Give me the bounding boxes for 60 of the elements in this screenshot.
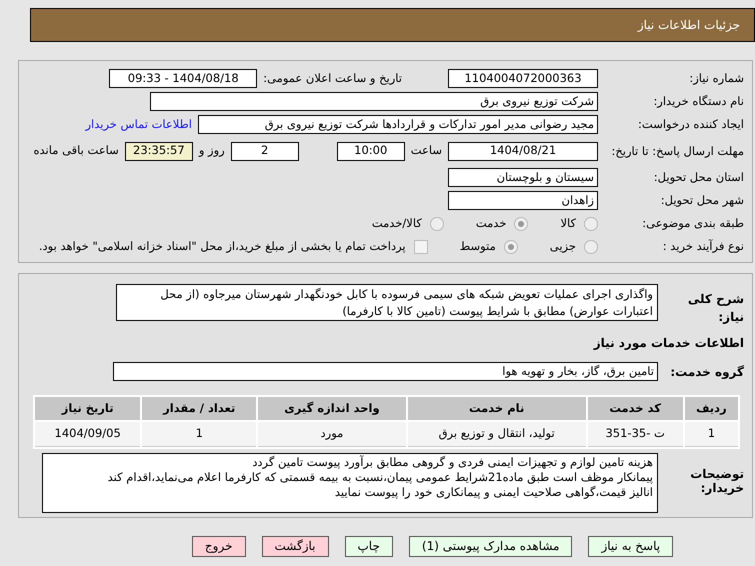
- field-label: روز و: [198, 142, 225, 160]
- field-label: استان محل تحویل:: [652, 168, 744, 186]
- column-header: کد خدمت: [588, 397, 683, 420]
- table-cell: 1: [142, 422, 256, 446]
- radio-button[interactable]: [514, 216, 528, 230]
- need-number-field[interactable]: 1104004072000363: [448, 69, 598, 88]
- province-field[interactable]: سیستان و بلوچستان: [448, 168, 598, 187]
- column-header: ردیف: [684, 397, 738, 420]
- action-button[interactable]: مشاهده مدارک پیوستی (1): [408, 536, 572, 556]
- option-label: کالا: [560, 214, 576, 232]
- page-title: جزئیات اطلاعات نیاز: [638, 17, 740, 34]
- column-header: نام خدمت: [408, 397, 586, 420]
- column-header: تعداد / مقدار: [142, 397, 256, 420]
- column-header: واحد اندازه گیری: [258, 397, 406, 420]
- deadline-time-field[interactable]: 10:00: [336, 142, 405, 160]
- announce-date-field[interactable]: 1404/08/18 - 09:33: [109, 69, 258, 88]
- field-label: مهلت ارسال پاسخ: تا تاریخ:: [610, 144, 744, 158]
- field-label: ساعت باقی مانده: [34, 142, 119, 160]
- service-group-field[interactable]: تامین برق، گاز، بخار و تهویه هوا: [113, 362, 658, 381]
- action-button[interactable]: بازگشت: [262, 536, 328, 556]
- option-label: خدمت: [476, 214, 506, 232]
- field-label: ایجاد کننده درخواست:: [637, 116, 744, 133]
- deadline-date-field[interactable]: 1404/08/21: [448, 142, 598, 160]
- remaining-time-field: 23:35:57: [124, 142, 193, 160]
- field-label: ساعت: [410, 142, 442, 160]
- radio-button[interactable]: [430, 216, 444, 230]
- table-cell: تولید، انتقال و توزیع برق: [408, 422, 586, 446]
- field-label: نوع فرآیند خرید :: [662, 238, 744, 255]
- field-label: طبقه بندی موضوعی:: [641, 214, 744, 232]
- table-cell: ت -35-351: [588, 422, 683, 446]
- contact-link[interactable]: اطلاعات تماس خریدار: [85, 116, 192, 134]
- field-label: نام دستگاه خریدار:: [652, 92, 744, 110]
- checkbox[interactable]: [414, 240, 428, 254]
- action-button[interactable]: چاپ: [344, 536, 393, 556]
- field-label: توضیحات خریدار:: [689, 466, 744, 494]
- option-label: جزیی: [550, 238, 576, 255]
- column-header: تاریخ نیاز: [35, 397, 140, 420]
- field-label: تاریخ و ساعت اعلان عمومی:: [263, 70, 402, 87]
- action-button[interactable]: خروج: [192, 536, 246, 556]
- radio-button[interactable]: [584, 216, 598, 230]
- option-label: کالا/خدمت: [372, 214, 422, 232]
- description-box[interactable]: واگذاری اجرای عملیات تعویض شبکه های سیمی فرسوده با کابل خودنگهدار شهرستان میرجاوه (از محل اعتبارات عوارض) مطابق با شرایط پیوست (تامین کالا با کارفرما): [116, 284, 658, 321]
- table-cell: مورد: [258, 422, 406, 446]
- field-label: شرح کلی نیاز:: [686, 291, 744, 326]
- buyer-org-field[interactable]: شرکت توزیع نیروی برق: [150, 92, 598, 111]
- creator-field[interactable]: مجید رضوانی مدیر امور تدارکات و قراردادها شرکت توزیع نیروی برق: [198, 115, 598, 134]
- table-cell: 1: [684, 422, 738, 446]
- field-label: شماره نیاز:: [688, 70, 744, 87]
- radio-button[interactable]: [504, 240, 518, 254]
- table-cell: 1404/09/05: [35, 422, 140, 446]
- radio-button[interactable]: [584, 240, 598, 254]
- section-heading: اطلاعات خدمات مورد نیاز: [594, 335, 744, 352]
- city-field[interactable]: زاهدان: [448, 191, 598, 210]
- option-label: متوسط: [460, 238, 496, 255]
- payment-note: پرداخت تمام یا بخشی از مبلغ خرید،از محل "اسناد خزانه اسلامی" خواهد بود.: [38, 238, 406, 255]
- field-label: شهر محل تحویل:: [660, 192, 744, 209]
- field-label: گروه خدمت:: [669, 364, 744, 380]
- buyer-notes-box[interactable]: هزینه تامین لوازم و تجهیزات ایمنی فردی و گروهی مطابق برآورد پیوست تامین گردد پیمانکار موظف است طبق ماده21شرایط عمومی پیمان،نسبت به بیمه قسمتی که کارفرما اعلام می‌نماید،اقدام کند انالیز قیمت،گواهی صلاحیت ایمنی و پیمانکاری خود را پیوست نمایید: [42, 452, 658, 512]
- days-field[interactable]: 2: [230, 142, 299, 160]
- action-button[interactable]: پاسخ به نیاز: [588, 536, 674, 556]
